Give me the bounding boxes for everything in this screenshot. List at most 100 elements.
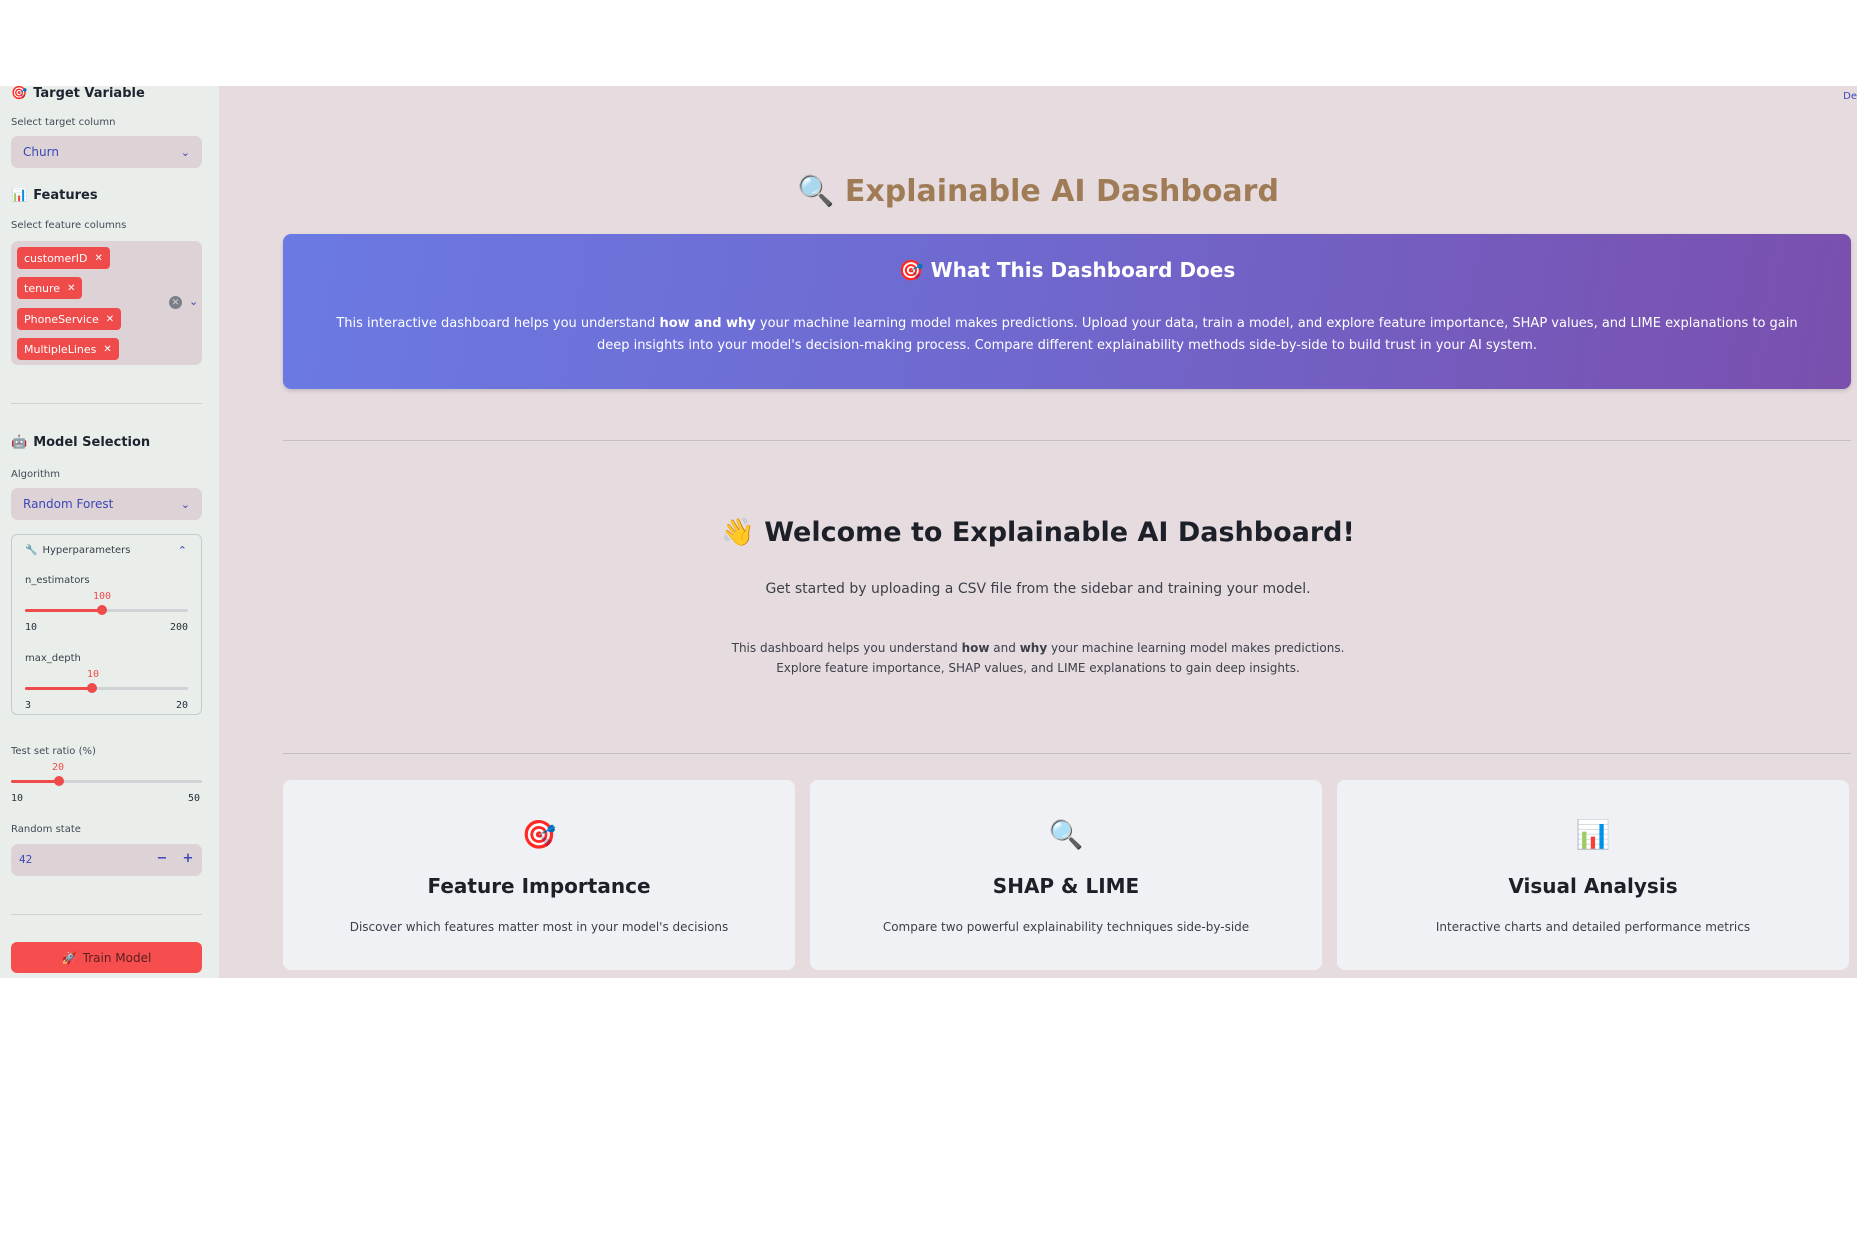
- slider-fill: [11, 780, 59, 783]
- text-segment: This dashboard helps you understand: [731, 641, 962, 655]
- text-segment: your machine learning model makes predic…: [596, 316, 1798, 353]
- welcome-subtitle: Get started by uploading a CSV file from…: [765, 581, 1311, 597]
- decrement-button[interactable]: −: [153, 851, 171, 866]
- magnifier-icon: 🔍: [797, 174, 835, 209]
- text-bold: how: [961, 641, 990, 655]
- sidebar: 🎯 Target Variable Select target column C…: [0, 86, 219, 978]
- algorithm-select[interactable]: Random Forest ⌄: [11, 488, 202, 520]
- bar-chart-icon: 📊: [11, 188, 28, 203]
- chevron-up-icon[interactable]: ⌃: [178, 544, 187, 557]
- text-bold: why: [1019, 641, 1048, 655]
- test-ratio-slider[interactable]: [11, 776, 202, 786]
- target-icon: 🎯: [11, 86, 28, 101]
- card-text: Discover which features matter most in y…: [349, 920, 729, 934]
- section-divider: [283, 440, 1851, 441]
- card-title: Feature Importance: [427, 874, 651, 898]
- test-ratio-max: 50: [188, 793, 201, 804]
- n-estimators-min: 10: [25, 622, 38, 633]
- shap-lime-card: 🔍 SHAP & LIME Compare two powerful expla…: [810, 780, 1322, 970]
- text-segment: This interactive dashboard helps you und…: [336, 316, 660, 331]
- chevron-down-icon: ⌄: [180, 145, 190, 159]
- card-text: Compare two powerful explainability tech…: [882, 920, 1250, 934]
- test-ratio-value: 20: [51, 762, 65, 773]
- features-multiselect[interactable]: customerID ✕ tenure ✕ PhoneService ✕ Multip…: [11, 241, 202, 365]
- max-depth-value: 10: [86, 669, 100, 680]
- wrench-icon: 🔧: [25, 545, 38, 556]
- random-state-input[interactable]: 42 − +: [11, 844, 202, 876]
- feature-chip[interactable]: customerID ✕: [17, 247, 110, 269]
- bar-chart-icon: 📊: [1575, 818, 1611, 851]
- target-select-value: Churn: [23, 145, 59, 159]
- visual-analysis-card: 📊 Visual Analysis Interactive charts and…: [1337, 780, 1849, 970]
- max-depth-slider[interactable]: [25, 683, 188, 693]
- deploy-button[interactable]: De: [1843, 91, 1857, 102]
- slider-thumb[interactable]: [87, 683, 98, 693]
- page-title-text: Explainable AI Dashboard: [844, 174, 1279, 209]
- max-depth-label: max_depth: [25, 653, 81, 664]
- description-line: Explore feature importance, SHAP values,…: [776, 661, 1300, 675]
- rocket-icon: 🚀: [61, 950, 77, 965]
- text-segment: and: [989, 641, 1020, 655]
- info-banner-header: 🎯 What This Dashboard Does: [283, 258, 1851, 282]
- close-icon[interactable]: ✕: [95, 253, 103, 264]
- text-bold: how and why: [659, 316, 756, 331]
- target-icon: 🎯: [521, 818, 557, 851]
- chip-label: tenure: [24, 281, 61, 295]
- info-banner-title: What This Dashboard Does: [930, 258, 1236, 282]
- feature-importance-card: 🎯 Feature Importance Discover which feat…: [283, 780, 795, 970]
- features-title: Features: [33, 188, 98, 203]
- n-estimators-value: 100: [92, 591, 112, 602]
- features-select-label: Select feature columns: [11, 220, 127, 231]
- algorithm-label: Algorithm: [11, 469, 60, 480]
- close-icon[interactable]: ✕: [67, 283, 75, 294]
- algorithm-select-value: Random Forest: [23, 497, 114, 511]
- feature-chip[interactable]: PhoneService ✕: [17, 308, 122, 330]
- target-variable-title: Target Variable: [33, 86, 145, 101]
- info-banner-text: This interactive dashboard helps you und…: [323, 313, 1811, 357]
- chevron-down-icon[interactable]: ⌄: [189, 295, 198, 308]
- hyperparameters-title: Hyperparameters: [42, 545, 131, 556]
- hyperparameters-expander: 🔧 Hyperparameters ⌃ n_estimators 100 10 …: [11, 534, 202, 715]
- sidebar-divider: [11, 914, 202, 915]
- card-title: Visual Analysis: [1508, 874, 1678, 898]
- text-segment: your machine learning model makes predic…: [1047, 641, 1345, 655]
- robot-icon: 🤖: [11, 435, 28, 450]
- slider-thumb[interactable]: [97, 605, 108, 615]
- hyperparameters-toggle[interactable]: 🔧 Hyperparameters: [25, 545, 131, 556]
- sidebar-divider: [11, 403, 202, 404]
- main-content: De 🔍 Explainable AI Dashboard 🎯 What Thi…: [219, 86, 1857, 978]
- increment-button[interactable]: +: [179, 851, 197, 866]
- n-estimators-slider[interactable]: [25, 605, 188, 615]
- feature-chip[interactable]: tenure ✕: [17, 277, 83, 299]
- test-ratio-label: Test set ratio (%): [11, 746, 96, 757]
- n-estimators-label: n_estimators: [25, 575, 90, 586]
- close-icon[interactable]: ✕: [106, 314, 114, 325]
- target-icon: 🎯: [898, 258, 924, 282]
- target-variable-header: 🎯 Target Variable: [11, 86, 145, 101]
- random-state-label: Random state: [11, 824, 81, 835]
- section-divider: [283, 753, 1851, 754]
- max-depth-min: 3: [25, 700, 32, 711]
- card-title: SHAP & LIME: [992, 874, 1140, 898]
- page-title: 🔍 Explainable AI Dashboard: [219, 174, 1857, 209]
- description-line: This dashboard helps you understand how …: [219, 638, 1857, 658]
- model-selection-header: 🤖 Model Selection: [11, 435, 150, 450]
- train-model-button[interactable]: 🚀 Train Model: [11, 942, 202, 973]
- random-state-value[interactable]: 42: [19, 853, 32, 866]
- chip-label: PhoneService: [24, 312, 99, 326]
- target-select[interactable]: Churn ⌄: [11, 136, 202, 168]
- max-depth-max: 20: [175, 700, 188, 711]
- chevron-down-icon: ⌄: [180, 497, 190, 511]
- welcome-title: 👋 Welcome to Explainable AI Dashboard!: [219, 516, 1857, 548]
- close-icon[interactable]: ✕: [103, 344, 111, 355]
- card-text: Interactive charts and detailed performa…: [1435, 920, 1751, 934]
- feature-chip[interactable]: MultipleLines ✕: [17, 338, 119, 360]
- welcome-description: This dashboard helps you understand how …: [219, 638, 1857, 678]
- slider-fill: [25, 687, 93, 690]
- slider-thumb[interactable]: [53, 776, 64, 786]
- welcome-title-text: Welcome to Explainable AI Dashboard!: [764, 517, 1355, 548]
- waving-hand-icon: 👋: [721, 517, 755, 548]
- clear-all-icon[interactable]: ✕: [169, 296, 182, 309]
- chip-label: MultipleLines: [24, 342, 97, 356]
- test-ratio-min: 10: [11, 793, 24, 804]
